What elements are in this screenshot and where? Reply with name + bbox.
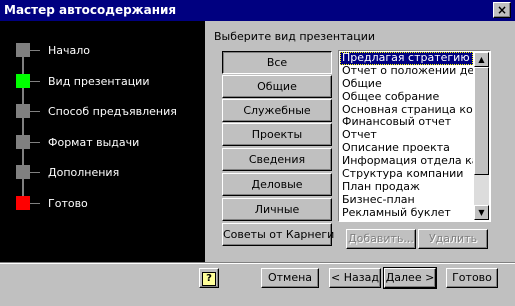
add-button[interactable]: Добавить... (346, 229, 416, 249)
list-item[interactable]: Рекламный буклет (340, 207, 473, 220)
step-label-finish: Готово (48, 197, 88, 210)
list-item[interactable]: Общее собрание (340, 91, 473, 104)
presentation-type-prompt: Выберите вид презентации (214, 30, 376, 43)
scroll-up-button[interactable]: ▲ (474, 52, 489, 67)
step-marker-delivery-method (16, 104, 30, 118)
step-marker-additions (16, 165, 30, 179)
step-tick (30, 172, 40, 173)
step-label-delivery-method: Способ предъявления (48, 105, 177, 118)
step-marker-finish (16, 196, 30, 210)
triangle-up-icon: ▲ (478, 55, 485, 64)
step-tick (30, 203, 40, 204)
category-button-carnegie[interactable]: Советы от Карнеги (222, 223, 334, 246)
scroll-down-button[interactable]: ▼ (474, 205, 489, 220)
list-item[interactable]: Финансовый отчет (340, 116, 473, 129)
help-icon: ? (202, 272, 216, 286)
step-label-output-format: Формат выдачи (48, 136, 140, 149)
list-item[interactable]: Описание проекта (340, 142, 473, 155)
step-label-presentation-type: Вид презентации (48, 75, 150, 88)
presentation-list-items: Предлагая стратегию Отчет о положении де… (340, 52, 473, 220)
category-button-business[interactable]: Деловые (222, 173, 332, 196)
category-button-general[interactable]: Общие (222, 75, 332, 98)
list-item[interactable]: План продаж (340, 181, 473, 194)
category-button-personal[interactable]: Личные (222, 198, 332, 221)
step-marker-start (16, 43, 30, 57)
close-icon: × (496, 3, 508, 17)
close-button[interactable]: × (493, 2, 511, 18)
remove-button[interactable]: Удалить (418, 229, 488, 249)
list-item[interactable]: Отчет о положении дел (340, 65, 473, 78)
step-label-start: Начало (48, 44, 91, 57)
step-marker-presentation-type (16, 74, 30, 88)
category-button-projects[interactable]: Проекты (222, 123, 332, 146)
cancel-button[interactable]: Отмена (261, 268, 319, 288)
list-item[interactable]: Отчет (340, 129, 473, 142)
triangle-down-icon: ▼ (478, 208, 485, 217)
back-button[interactable]: < Назад (329, 268, 381, 288)
title-bar[interactable]: Мастер автосодержания × (0, 0, 515, 21)
help-button[interactable]: ? (199, 268, 219, 288)
list-scrollbar[interactable]: ▲ ▼ (474, 52, 489, 220)
scroll-thumb[interactable] (474, 67, 489, 175)
list-item[interactable]: Предлагая стратегию (340, 52, 473, 65)
next-button[interactable]: Далее > (383, 267, 437, 289)
list-item[interactable]: Информация отдела кадров (340, 155, 473, 168)
list-item[interactable]: Структура компании (340, 168, 473, 181)
step-tick (30, 111, 40, 112)
step-tick (30, 50, 40, 51)
list-item[interactable]: Основная страница компании (340, 104, 473, 117)
step-tick (30, 81, 40, 82)
category-button-info[interactable]: Сведения (222, 148, 332, 171)
footer-bar (0, 264, 515, 306)
step-marker-output-format (16, 135, 30, 149)
wizard-steps-panel: Начало Вид презентации Способ предъявлен… (0, 21, 205, 262)
finish-button[interactable]: Готово (446, 268, 498, 288)
category-button-service[interactable]: Служебные (222, 99, 332, 122)
list-item[interactable]: Общие (340, 78, 473, 91)
category-button-all[interactable]: Все (222, 51, 332, 74)
window-title: Мастер автосодержания (4, 3, 177, 17)
step-label-additions: Дополнения (48, 166, 120, 179)
list-item[interactable]: Бизнес-план (340, 194, 473, 207)
presentation-list[interactable]: Предлагая стратегию Отчет о положении де… (338, 50, 491, 222)
wizard-window: Мастер автосодержания × Начало Вид презе… (0, 0, 515, 306)
step-tick (30, 142, 40, 143)
